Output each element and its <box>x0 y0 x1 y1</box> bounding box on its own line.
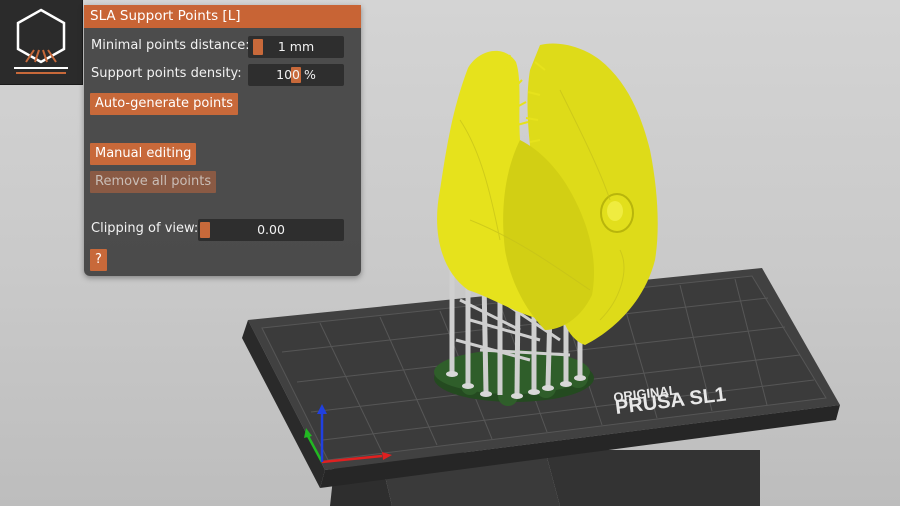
remove-all-points-button[interactable]: Remove all points <box>90 171 217 193</box>
auto-generate-button[interactable]: Auto-generate points <box>90 93 239 115</box>
clipping-label: Clipping of view: <box>91 221 199 236</box>
help-button[interactable]: ? <box>90 249 107 271</box>
sla-support-points-icon <box>14 8 68 74</box>
density-label: Support points density: <box>91 66 242 81</box>
manual-editing-button[interactable]: Manual editing <box>90 143 197 165</box>
density-value: 100 % <box>276 67 316 82</box>
min-distance-value: 1 mm <box>277 39 315 54</box>
clipping-slider[interactable]: 0.00 <box>198 219 344 241</box>
min-distance-label: Minimal points distance: <box>91 38 250 53</box>
density-slider[interactable]: 100 % <box>248 64 344 86</box>
sla-support-points-tool[interactable] <box>0 0 83 85</box>
panel-title: SLA Support Points [L] <box>84 5 361 28</box>
min-distance-slider[interactable]: 1 mm <box>248 36 344 58</box>
clipping-value: 0.00 <box>257 222 285 237</box>
sla-support-points-panel: SLA Support Points [L] Minimal points di… <box>84 5 361 276</box>
